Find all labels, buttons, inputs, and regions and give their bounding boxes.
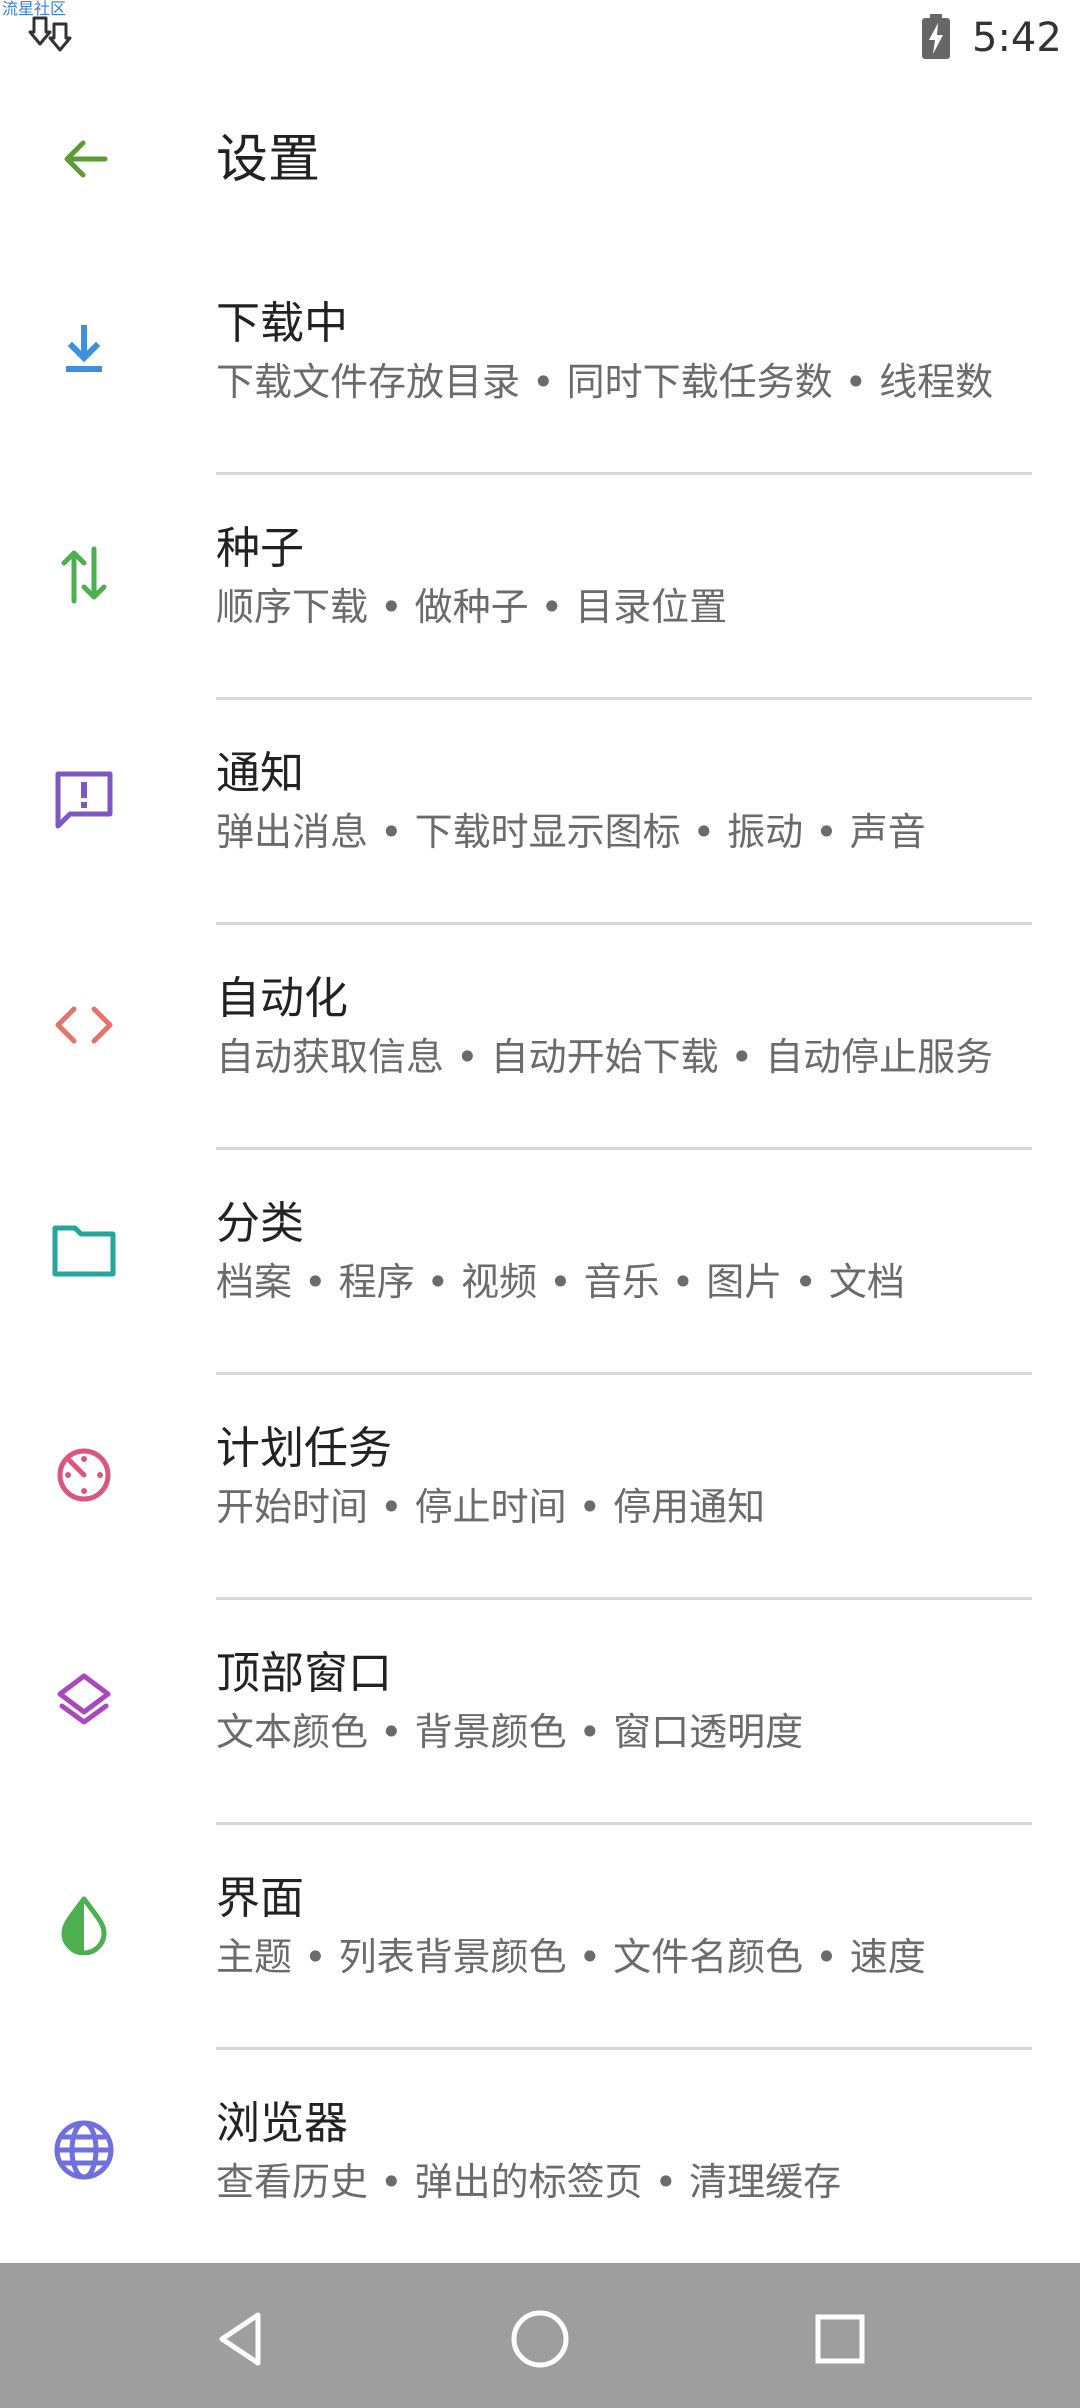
up-down-arrows-icon	[44, 535, 124, 615]
code-brackets-icon	[44, 985, 124, 1065]
settings-item-subtitle: 自动获取信息 • 自动开始下载 • 自动停止服务	[216, 1035, 994, 1079]
download-icon	[44, 310, 124, 390]
nav-home-circle-icon	[511, 2310, 569, 2368]
back-button[interactable]	[40, 114, 130, 204]
settings-item-subtitle: 弹出消息 • 下载时显示图标 • 振动 • 声音	[216, 810, 926, 854]
arrow-left-icon	[64, 140, 108, 178]
settings-item-subtitle: 文本颜色 • 背景颜色 • 窗口透明度	[216, 1710, 804, 1754]
nav-home-button[interactable]	[500, 2299, 580, 2379]
settings-item-title: 自动化	[216, 973, 348, 1024]
settings-item-title: 下载中	[216, 298, 348, 349]
settings-item-subtitle: 开始时间 • 停止时间 • 停用通知	[216, 1485, 766, 1529]
settings-item-interface[interactable]: 界面 主题 • 列表背景颜色 • 文件名颜色 • 速度	[0, 1825, 1080, 2050]
settings-item-title: 计划任务	[216, 1423, 392, 1474]
settings-item-subtitle: 查看历史 • 弹出的标签页 • 清理缓存	[216, 2160, 842, 2204]
settings-item-notification[interactable]: 通知 弹出消息 • 下载时显示图标 • 振动 • 声音	[0, 700, 1080, 925]
nav-recents-square-icon	[815, 2314, 865, 2364]
settings-item-subtitle: 档案 • 程序 • 视频 • 音乐 • 图片 • 文档	[216, 1260, 905, 1304]
settings-item-subtitle: 主题 • 列表背景颜色 • 文件名颜色 • 速度	[216, 1935, 926, 1979]
timer-icon	[44, 1435, 124, 1515]
folder-icon	[44, 1210, 124, 1290]
settings-item-automation[interactable]: 自动化 自动获取信息 • 自动开始下载 • 自动停止服务	[0, 925, 1080, 1150]
screen: 流星社区 5:42 设置 下载中 下载文件存放目录 • 同时下载任务数 • 线程…	[0, 0, 1080, 2408]
page-title: 设置	[216, 130, 321, 190]
settings-item-scheduled-tasks[interactable]: 计划任务 开始时间 • 停止时间 • 停用通知	[0, 1375, 1080, 1600]
nav-back-triangle-icon	[219, 2312, 261, 2366]
status-bar: 流星社区 5:42	[0, 0, 1080, 80]
layers-icon	[44, 1660, 124, 1740]
navigation-bar	[0, 2263, 1080, 2408]
settings-item-browser[interactable]: 浏览器 查看历史 • 弹出的标签页 • 清理缓存	[0, 2050, 1080, 2275]
app-bar: 设置	[0, 90, 1080, 220]
globe-icon	[44, 2110, 124, 2190]
settings-list: 下载中 下载文件存放目录 • 同时下载任务数 • 线程数 种子 顺序下载 • 做…	[0, 250, 1080, 2275]
battery-charging-icon	[922, 14, 950, 59]
settings-item-subtitle: 下载文件存放目录 • 同时下载任务数 • 线程数	[216, 360, 994, 404]
nav-back-button[interactable]	[200, 2299, 280, 2379]
settings-item-categories[interactable]: 分类 档案 • 程序 • 视频 • 音乐 • 图片 • 文档	[0, 1150, 1080, 1375]
settings-item-title: 浏览器	[216, 2098, 348, 2149]
settings-item-title: 分类	[216, 1198, 304, 1249]
settings-item-torrent[interactable]: 种子 顺序下载 • 做种子 • 目录位置	[0, 475, 1080, 700]
settings-item-title: 种子	[216, 523, 304, 574]
settings-item-title: 顶部窗口	[216, 1648, 392, 1699]
message-alert-icon	[44, 760, 124, 840]
status-time: 5:42	[972, 15, 1062, 61]
settings-item-top-window[interactable]: 顶部窗口 文本颜色 • 背景颜色 • 窗口透明度	[0, 1600, 1080, 1825]
settings-item-subtitle: 顺序下载 • 做种子 • 目录位置	[216, 585, 728, 629]
double-download-arrow-icon	[28, 16, 72, 52]
settings-item-downloading[interactable]: 下载中 下载文件存放目录 • 同时下载任务数 • 线程数	[0, 250, 1080, 475]
nav-recents-button[interactable]	[800, 2299, 880, 2379]
settings-item-title: 界面	[216, 1873, 304, 1924]
contrast-drop-icon	[44, 1885, 124, 1965]
settings-item-title: 通知	[216, 748, 304, 799]
